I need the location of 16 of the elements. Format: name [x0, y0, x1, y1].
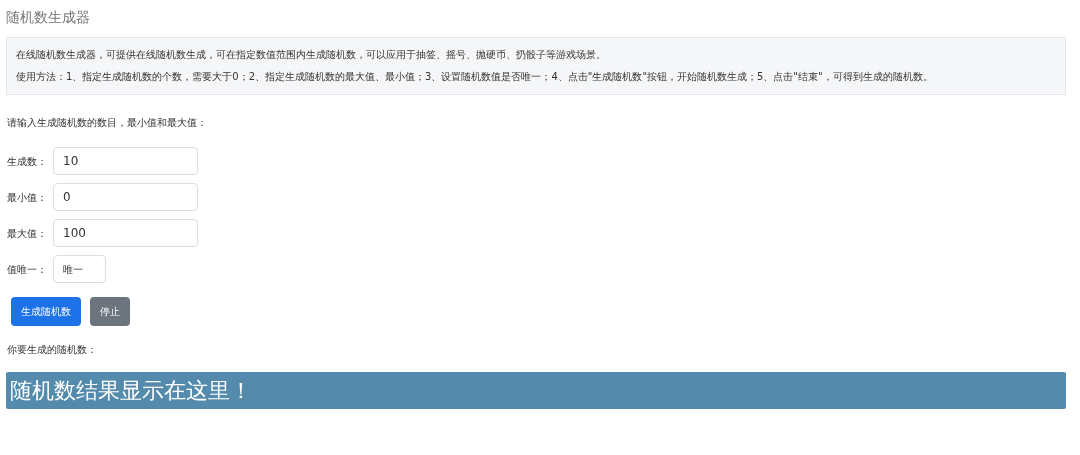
field-label: 生成数： — [6, 154, 48, 169]
field-label: 值唯一： — [6, 262, 48, 277]
info-paragraph: 在线随机数生成器，可提供在线随机数生成，可在指定数值范围内生成随机数，可以应用于抽签、摇号、抛硬币、扔骰子等游戏场景。 — [16, 48, 607, 62]
input-field[interactable]: 10 — [53, 147, 198, 175]
info-paragraph: 使用方法：1、指定生成随机数的个数，需要大于0；2、指定生成随机数的最大值、最小值；3、设置随机数值是否唯一；4、点击"生成随机数"按钮，开始随机数生成；5、点击"结束"，可得到生成的随机数。 — [16, 70, 934, 84]
generate-button[interactable]: 生成随机数 — [11, 297, 81, 326]
field-label: 最大值： — [6, 226, 48, 241]
field-label: 最小值： — [6, 190, 48, 205]
input-field[interactable]: 100 — [53, 219, 198, 247]
input-field[interactable]: 0 — [53, 183, 198, 211]
prompt-text: 请输入生成随机数的数目，最小值和最大值： — [6, 116, 208, 130]
result-banner: 随机数结果显示在这里！ — [6, 372, 1066, 409]
page-title: 随机数生成器 — [6, 8, 91, 27]
stop-button[interactable]: 停止 — [90, 297, 130, 326]
select-field[interactable]: 唯一 — [53, 255, 106, 283]
result-label: 你要生成的随机数： — [6, 343, 98, 357]
